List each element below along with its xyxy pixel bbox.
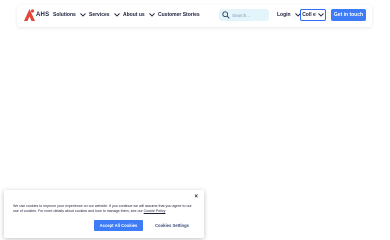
chevron-down-icon — [148, 13, 155, 17]
cookie-banner: × We use cookies to improve your experie… — [4, 190, 204, 238]
chevron-down-icon — [113, 13, 120, 17]
nav-services-label: Services — [89, 12, 110, 18]
search-icon — [222, 11, 230, 19]
ahs-logo[interactable]: AHS — [24, 9, 50, 23]
login-label: Login — [277, 12, 291, 18]
logo-text: AHS — [36, 12, 50, 18]
search-box[interactable] — [219, 9, 269, 21]
accept-all-cookies-button[interactable]: Accept All Cookies — [94, 220, 143, 231]
login-menu[interactable]: Login — [277, 12, 301, 18]
logo-mark-icon — [24, 9, 35, 21]
nav-customer-stories[interactable]: Customer Stories — [158, 12, 200, 18]
get-in-touch-button[interactable]: Get in touch — [331, 9, 366, 21]
close-icon[interactable]: × — [194, 194, 198, 200]
nav-solutions-label: Solutions — [53, 12, 76, 18]
language-selector[interactable]: Coll e — [300, 9, 326, 21]
nav-about-us-label: About us — [123, 12, 145, 18]
search-input[interactable] — [232, 9, 266, 21]
nav-about-us[interactable]: About us — [123, 12, 155, 18]
nav-customer-stories-label: Customer Stories — [158, 12, 200, 18]
nav-services[interactable]: Services — [89, 12, 120, 18]
cookies-settings-button[interactable]: Cookies Settings — [147, 220, 197, 231]
language-label: Coll e — [302, 12, 316, 18]
cookie-message: We use cookies to improve your experienc… — [13, 204, 195, 214]
main-navbar: AHS Solutions Services About us Customer… — [17, 5, 372, 27]
chevron-down-icon — [317, 13, 324, 17]
chevron-down-icon — [79, 13, 86, 17]
nav-solutions[interactable]: Solutions — [53, 12, 86, 18]
cookie-policy-link[interactable]: Cookie Policy — [144, 209, 166, 213]
